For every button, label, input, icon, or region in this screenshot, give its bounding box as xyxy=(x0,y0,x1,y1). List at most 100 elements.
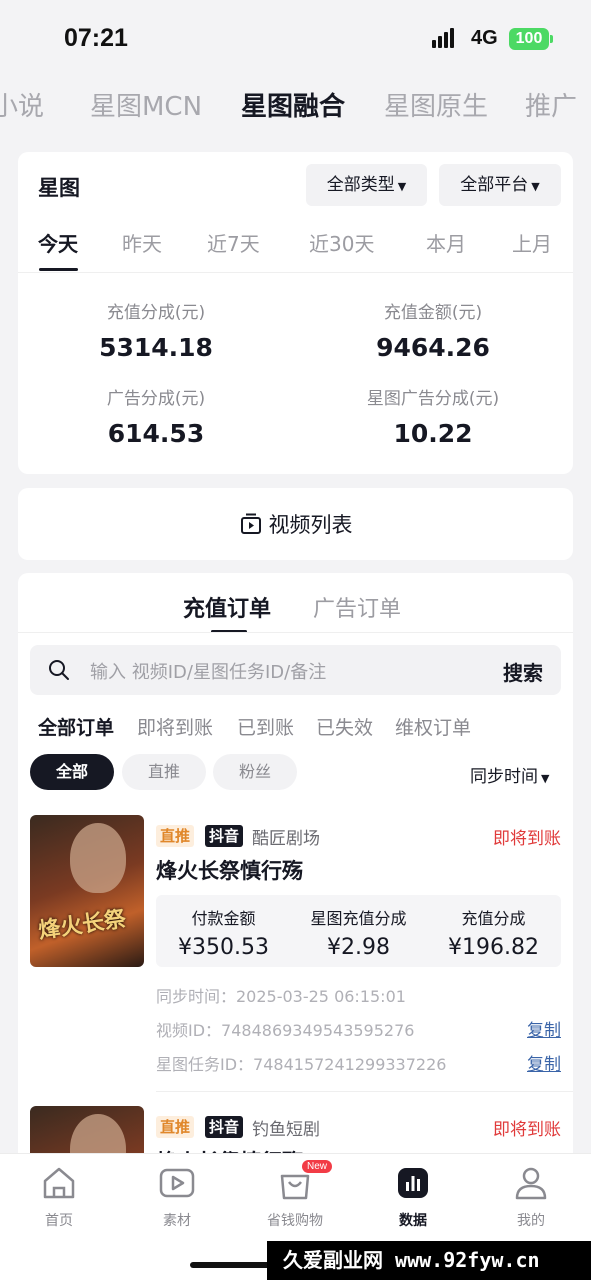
orders-card: 充值订单 广告订单 输入 视频ID/星图任务ID/备注 搜索 全部订单 即将到账… xyxy=(18,573,573,1173)
divider xyxy=(18,272,573,273)
battery-icon: 100 xyxy=(509,28,549,50)
type-filter-dropdown[interactable]: 全部类型 ▼ xyxy=(306,164,427,206)
metric-value: 9464.26 xyxy=(376,333,490,362)
caret-down-icon: ▼ xyxy=(397,180,407,193)
caret-down-icon: ▼ xyxy=(531,180,540,193)
amount-value: ¥2.98 xyxy=(327,935,390,960)
date-tab-last-month[interactable]: 上月 xyxy=(512,228,552,257)
order-item[interactable]: 烽火长祭 直推 抖音 酷匠剧场 即将到账 烽火长祭慎行殇 付款金额 ¥350.5… xyxy=(18,815,573,1095)
date-tab-this-month[interactable]: 本月 xyxy=(426,228,466,257)
metric-recharge-amount: 充值金额(元) 9464.26 xyxy=(303,298,563,362)
drama-title: 烽火长祭慎行殇 xyxy=(156,859,303,883)
badge-direct: 直推 xyxy=(156,825,195,847)
tab-xingtu-fusion[interactable]: 星图融合 xyxy=(241,86,345,123)
copy-video-id-button[interactable]: 复制 xyxy=(527,1016,561,1041)
summary-title: 星图 xyxy=(38,176,80,200)
poster-title: 烽火长祭 xyxy=(36,905,128,944)
amount-label: 星图充值分成 xyxy=(310,909,407,928)
order-status: 即将到账 xyxy=(493,1120,561,1140)
tab-promotion[interactable]: 推广 xyxy=(525,86,577,123)
signal-icon xyxy=(432,28,456,48)
platform-filter-dropdown[interactable]: 全部平台 ▼ xyxy=(439,164,561,206)
metric-label: 广告分成(元) xyxy=(106,389,206,409)
summary-card: 星图 全部类型 ▼ 全部平台 ▼ 今天 昨天 近7天 近30天 本月 上月 充值分成… xyxy=(18,152,573,474)
watermark: 久爱副业网 www.92fyw.cn xyxy=(267,1241,591,1280)
metric-value: 10.22 xyxy=(393,419,473,448)
metric-label: 星图广告分成(元) xyxy=(366,389,500,409)
amount-value: ¥196.82 xyxy=(448,935,539,960)
metric-ad-share: 广告分成(元) 614.53 xyxy=(26,384,286,448)
tab-novel[interactable]: 小说 xyxy=(0,86,44,123)
video-list-icon xyxy=(240,513,261,534)
nav-label: 素材 xyxy=(163,1213,191,1229)
status-time: 07:21 xyxy=(64,24,128,52)
person-icon xyxy=(515,1167,547,1200)
sort-label: 同步时间 xyxy=(470,767,538,787)
badge-direct: 直推 xyxy=(156,1116,195,1138)
battery-tip xyxy=(550,35,553,43)
search-input[interactable]: 输入 视频ID/星图任务ID/备注 xyxy=(90,658,326,684)
amounts-panel: 付款金额 ¥350.53 星图充值分成 ¥2.98 充值分成 ¥196.82 xyxy=(156,895,561,967)
sort-sync-time[interactable]: 同步时间 ▼ xyxy=(470,762,549,787)
studio-name: 酷匠剧场 xyxy=(252,829,320,849)
metric-label: 充值金额(元) xyxy=(383,303,483,323)
filter-expired[interactable]: 已失效 xyxy=(316,713,373,740)
network-type: 4G xyxy=(471,27,498,49)
video-list-label: 视频列表 xyxy=(268,513,353,537)
amount-value: ¥350.53 xyxy=(178,935,269,960)
amount-recharge-share: 充值分成 ¥196.82 xyxy=(426,905,561,960)
metric-value: 614.53 xyxy=(107,419,205,448)
nav-label: 数据 xyxy=(399,1213,427,1229)
type-filter-label: 全部类型 xyxy=(326,175,395,195)
search-button[interactable]: 搜索 xyxy=(503,657,543,686)
drama-poster: 烽火长祭 xyxy=(30,815,144,967)
pill-all[interactable]: 全部 xyxy=(30,754,114,790)
badge-douyin: 抖音 xyxy=(205,825,244,847)
nav-home[interactable]: 首页 xyxy=(4,1164,114,1230)
nav-data[interactable]: 数据 xyxy=(358,1164,468,1230)
badge-douyin: 抖音 xyxy=(205,1116,244,1138)
sync-time: 同步时间：2025-03-25 06:15:01 xyxy=(156,987,406,1006)
nav-profile[interactable]: 我的 xyxy=(476,1164,586,1230)
video-id: 视频ID：7484869349543595276 xyxy=(156,1021,415,1040)
date-tab-indicator xyxy=(39,268,78,271)
tab-ad-orders[interactable]: 广告订单 xyxy=(313,591,401,623)
nav-materials[interactable]: 素材 xyxy=(122,1164,232,1230)
platform-filter-label: 全部平台 xyxy=(460,175,529,195)
divider xyxy=(156,1091,573,1092)
metric-xingtu-ad-share: 星图广告分成(元) 10.22 xyxy=(303,384,563,448)
nav-label: 我的 xyxy=(517,1213,545,1229)
top-tabs: 小说 星图MCN 星图融合 星图原生 推广 xyxy=(0,80,591,130)
date-tab-30days[interactable]: 近30天 xyxy=(309,228,374,257)
video-list-button[interactable]: 视频列表 xyxy=(18,488,573,560)
date-tab-7days[interactable]: 近7天 xyxy=(207,228,260,257)
amount-xingtu-share: 星图充值分成 ¥2.98 xyxy=(291,905,426,960)
filter-received[interactable]: 已到账 xyxy=(237,713,294,740)
order-status: 即将到账 xyxy=(493,829,561,849)
play-icon xyxy=(159,1168,195,1198)
bar-chart-icon xyxy=(398,1168,428,1198)
copy-task-id-button[interactable]: 复制 xyxy=(527,1050,561,1075)
filter-all-orders[interactable]: 全部订单 xyxy=(38,713,114,740)
search-bar: 输入 视频ID/星图任务ID/备注 搜索 xyxy=(30,645,561,695)
date-tab-today[interactable]: 今天 xyxy=(38,228,78,257)
tab-xingtu-native[interactable]: 星图原生 xyxy=(384,86,488,123)
tab-xingtu-mcn[interactable]: 星图MCN xyxy=(90,86,202,123)
date-tab-yesterday[interactable]: 昨天 xyxy=(122,228,162,257)
poster-figure xyxy=(70,823,126,893)
date-tabs: 今天 昨天 近7天 近30天 本月 上月 xyxy=(18,228,573,274)
nav-shopping[interactable]: New 省钱购物 xyxy=(240,1160,350,1230)
task-id: 星图任务ID：7484157241299337226 xyxy=(156,1055,447,1074)
metric-value: 5314.18 xyxy=(99,333,213,362)
nav-label: 首页 xyxy=(45,1213,73,1229)
status-bar: 07:21 4G 100 xyxy=(0,0,591,76)
pill-fans[interactable]: 粉丝 xyxy=(213,754,297,790)
amount-label: 付款金额 xyxy=(191,909,256,928)
new-badge: New xyxy=(302,1160,333,1173)
filter-rights-orders[interactable]: 维权订单 xyxy=(395,713,471,740)
tab-recharge-orders[interactable]: 充值订单 xyxy=(183,591,271,623)
divider xyxy=(18,632,573,633)
pill-direct[interactable]: 直推 xyxy=(122,754,206,790)
filter-pending[interactable]: 即将到账 xyxy=(137,713,213,740)
metric-recharge-share: 充值分成(元) 5314.18 xyxy=(26,298,286,362)
